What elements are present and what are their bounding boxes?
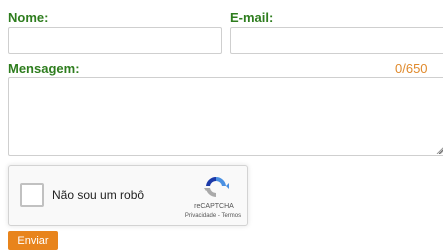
privacy-link[interactable]: Privacidade xyxy=(185,213,216,219)
recaptcha-checkbox[interactable] xyxy=(20,183,44,207)
recaptcha-widget: Não sou um robô reCAPTCHA Privacidade - … xyxy=(8,165,248,226)
email-input[interactable] xyxy=(230,27,443,54)
recaptcha-logo-icon xyxy=(204,176,229,198)
recaptcha-links: Privacidade - Termos xyxy=(177,213,249,219)
char-counter: 0/650 xyxy=(395,61,428,76)
recaptcha-brand: reCAPTCHA xyxy=(194,203,234,210)
nome-label: Nome: xyxy=(8,10,49,25)
mensagem-textarea[interactable] xyxy=(8,77,443,156)
mensagem-label: Mensagem: xyxy=(8,61,80,76)
nome-input[interactable] xyxy=(8,27,222,54)
recaptcha-checkbox-label: Não sou um robô xyxy=(52,188,145,202)
email-label: E-mail: xyxy=(230,10,274,25)
submit-button[interactable]: Enviar xyxy=(8,231,58,250)
terms-link[interactable]: Termos xyxy=(221,213,241,219)
